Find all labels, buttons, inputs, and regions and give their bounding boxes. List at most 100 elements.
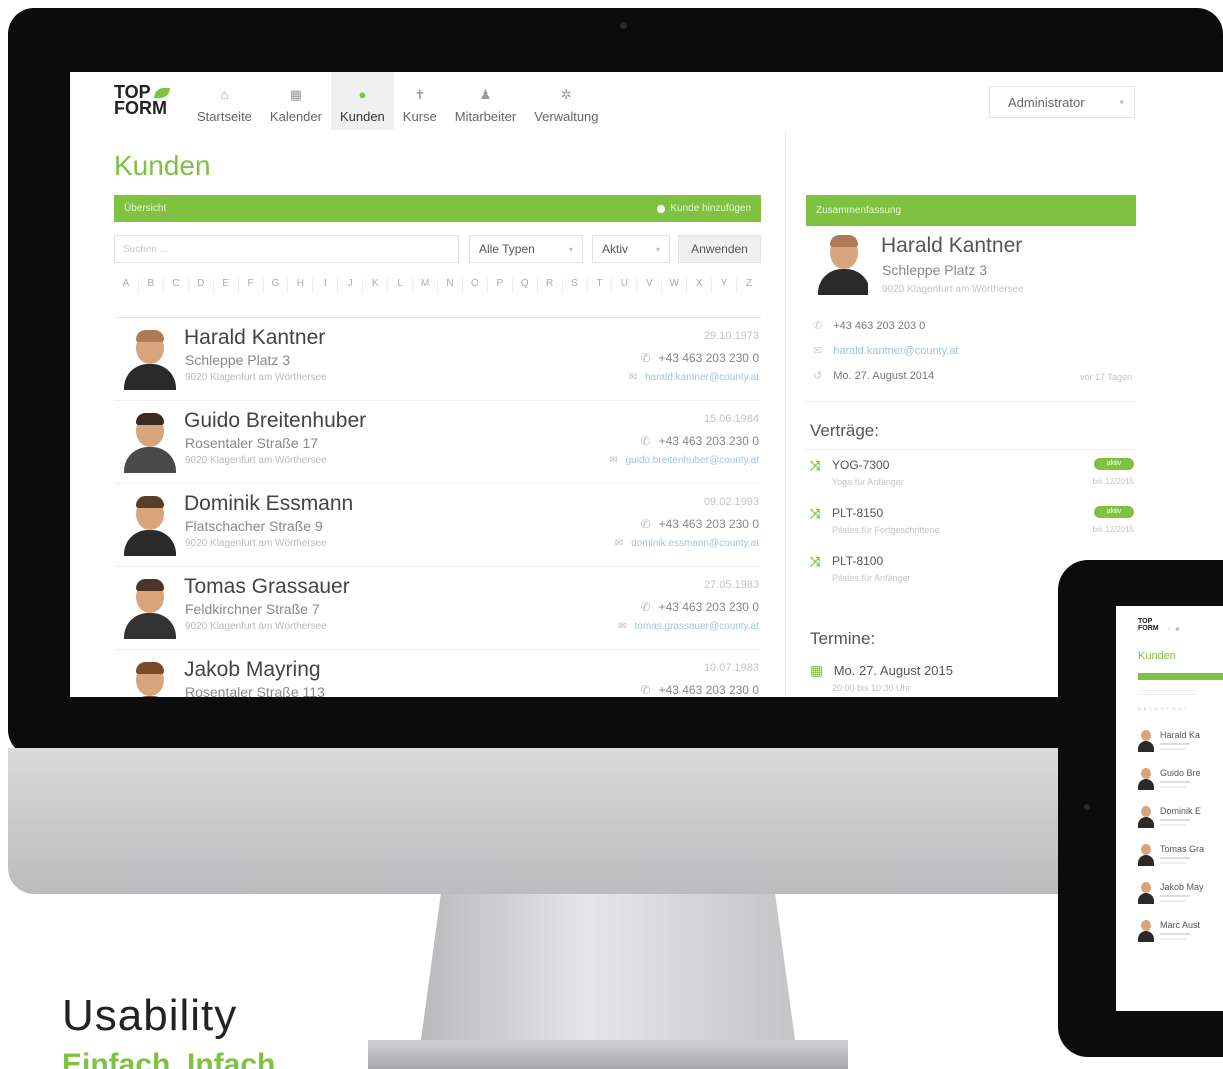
filter-bar: Suchen ... Alle Typen ▾ Aktiv ▾ Anwenden [114,235,761,263]
contract-item[interactable]: ⤨ PLT-8150 Pilates für Fortgeschrittene … [810,505,1134,549]
list-item-name: Harald Ka [1160,730,1201,740]
avatar [122,577,178,639]
customer-row[interactable]: Dominik Essmann Flatschacher Straße 9 90… [114,483,761,566]
nav-item-kurse[interactable]: ✝ Kurse [394,72,446,130]
avatar [1138,882,1154,904]
nav-item-startseite[interactable]: ⌂ Startseite [188,72,261,130]
contract-code: PLT-8100 [832,554,884,568]
alpha-letter[interactable]: F [237,278,263,294]
overview-header: Übersicht Kunde hinzufügen [114,195,761,222]
product-mockup: TOP FORM ⌂ Startseite ▦ Kalender ● Kunde… [0,0,1223,1069]
nav-item-mitarbeiter[interactable]: ♟ Mitarbeiter [446,72,525,130]
customer-phone: ✆ +43 463 203 230 0 [641,434,760,448]
alpha-letter[interactable]: R [536,278,562,294]
user-menu-label: Administrator [1008,94,1085,110]
tagline-subtitle: Einfach. Infach. [62,1050,284,1069]
list-item[interactable]: Harald Ka [1138,724,1223,762]
appointment-date: Mo. 27. August 2015 [833,663,953,678]
alpha-letter[interactable]: Y [711,278,736,294]
gear-icon: ✲ [560,87,572,102]
customer-phone-value: +43 463 203 230 0 [658,351,759,365]
logo[interactable]: TOP FORM [114,83,170,117]
alpha-letter[interactable]: E [212,278,238,294]
search-input[interactable]: Suchen ... [114,235,459,263]
tablet-home-button [1084,804,1090,810]
tablet-alphabet: ABCDEFGHI [1138,706,1189,711]
mail-icon: ✉ [813,345,823,357]
alpha-letter[interactable]: A [114,278,138,294]
customer-row[interactable]: Guido Breitenhuber Rosentaler Straße 17 … [114,400,761,483]
contract-code: YOG-7300 [832,458,890,472]
add-customer-button[interactable]: Kunde hinzufügen [657,203,751,214]
tablet-page-title: Kunden [1138,650,1176,662]
alpha-letter[interactable]: B [137,278,163,294]
alpha-letter[interactable]: X [686,278,711,294]
alpha-letter[interactable]: W [661,278,686,294]
alpha-letter[interactable]: G [262,278,288,294]
summary-email[interactable]: ✉ harald.kantner@county.at [813,344,959,357]
alpha-letter[interactable]: J [337,278,362,294]
list-item[interactable]: Tomas Gra [1138,838,1223,876]
avatar [1138,844,1154,866]
calendar-icon: ▦ [289,87,303,102]
type-select-value: Alle Typen [479,242,535,256]
list-item[interactable]: Guido Bre [1138,762,1223,800]
phone-icon: ✆ [813,320,823,332]
customer-name: Harald Kantner [184,326,326,349]
alpha-letter[interactable]: S [561,278,587,294]
alpha-letter[interactable]: N [436,278,462,294]
customer-email[interactable]: ✉ tomas.grassauer@county.at [618,621,759,632]
alpha-letter[interactable]: Z [736,278,761,294]
list-item[interactable]: Marc Aust [1138,914,1223,952]
summary-date-value: Mo. 27. August 2014 [833,370,935,382]
logo-line2: FORM [1138,625,1159,632]
customer-row[interactable]: Jakob Mayring Rosentaler Straße 113 10.0… [114,649,761,697]
alpha-letter[interactable]: I [312,278,337,294]
contract-code: PLT-8150 [832,506,884,520]
customer-email[interactable]: ✉ dominik.essmann@county.at [615,538,759,549]
status-select[interactable]: Aktiv ▾ [592,235,670,263]
nav-item-label: Kurse [402,109,437,124]
customer-row[interactable]: Tomas Grassauer Feldkirchner Straße 7 90… [114,566,761,649]
list-item[interactable]: Jakob May [1138,876,1223,914]
customer-phone-value: +43 463 203 230 0 [658,683,759,697]
alpha-letter[interactable]: T [586,278,612,294]
customer-city: 9020 Klagenfurt am Wörthersee [185,372,327,383]
contract-desc: Pilates für Anfänger [832,573,911,583]
alpha-letter[interactable]: O [461,278,487,294]
alpha-letter[interactable]: L [387,278,412,294]
app-screen: TOP FORM ⌂ Startseite ▦ Kalender ● Kunde… [70,72,1223,697]
alpha-letter[interactable]: Q [511,278,537,294]
alpha-letter[interactable]: D [187,278,213,294]
logo-line1: TOP [1138,618,1153,625]
calendar-icon: ▦ [810,662,824,678]
plus-circle-icon [657,204,666,213]
apply-button[interactable]: Anwenden [678,235,761,263]
page-title: Kunden [114,150,211,181]
avatar [1138,920,1154,942]
nav-item-verwaltung[interactable]: ✲ Verwaltung [525,72,607,130]
customer-email[interactable]: ✉ guido.breitenhuber@county.at [609,455,759,466]
alpha-letter[interactable]: V [636,278,661,294]
user-icon: ♟ [479,87,492,102]
status-badge: aktiv [1094,506,1134,518]
nav-item-kunden[interactable]: ● Kunden [330,72,394,130]
nav-item-kalender[interactable]: ▦ Kalender [261,72,331,130]
logo: TOP FORM [1138,618,1159,632]
contract-item[interactable]: ⤨ YOG-7300 Yoga für Anfänger aktiv bis 1… [810,457,1134,501]
user-menu[interactable]: Administrator ▾ [989,86,1135,118]
divider [806,401,1136,402]
phone-icon: ✆ [640,434,651,448]
alpha-letter[interactable]: P [486,278,512,294]
customer-email-value: guido.breitenhuber@county.at [625,455,759,466]
customer-row[interactable]: Harald Kantner Schleppe Platz 3 9020 Kla… [114,317,761,400]
alpha-letter[interactable]: K [362,278,387,294]
type-select[interactable]: Alle Typen ▾ [469,235,583,263]
alpha-letter[interactable]: U [611,278,636,294]
list-item[interactable]: Dominik E [1138,800,1223,838]
alpha-letter[interactable]: M [412,278,437,294]
customer-email[interactable]: ✉ harald.kantner@county.at [629,372,759,383]
alpha-letter[interactable]: C [162,278,188,294]
tablet-search-input[interactable] [1138,690,1198,695]
alpha-letter[interactable]: H [287,278,312,294]
